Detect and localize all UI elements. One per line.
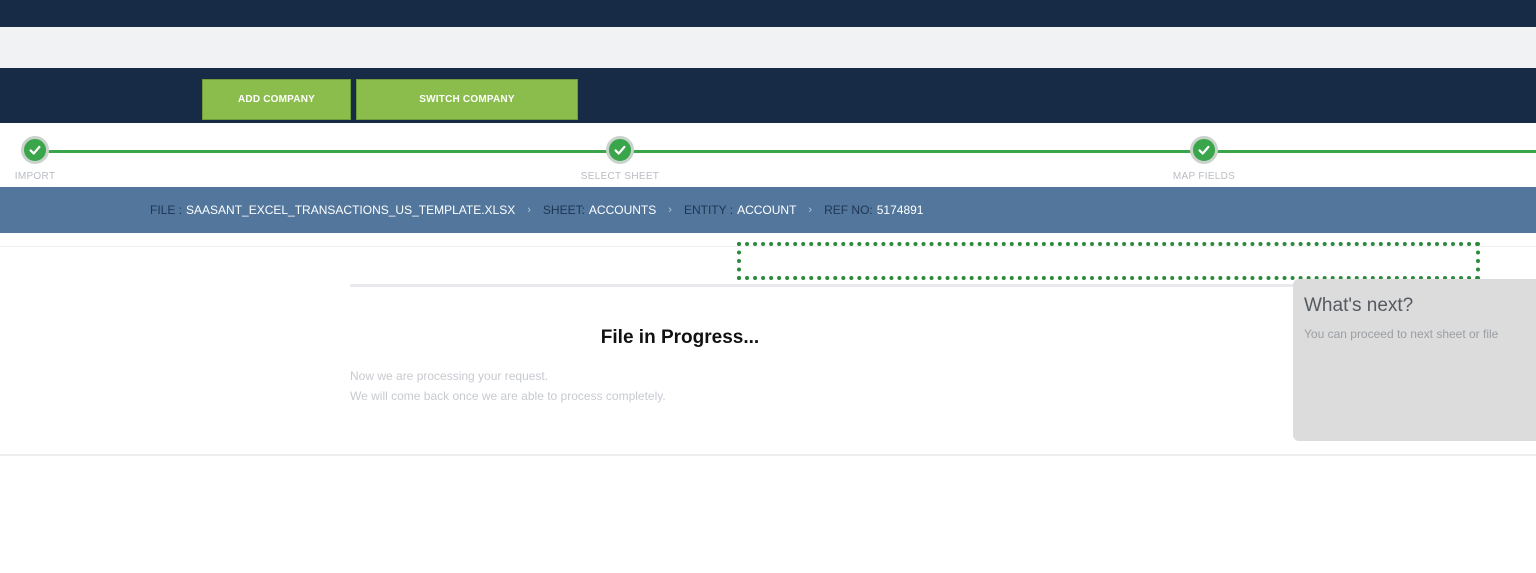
step-label: MAP FIELDS (1172, 171, 1236, 182)
breadcrumb-sheet-value: ACCOUNTS (588, 203, 657, 217)
breadcrumb-file-key: FILE : (150, 203, 183, 217)
check-icon (606, 136, 634, 164)
progress-title: File in Progress... (600, 327, 760, 348)
progress-message-line: We will come back once we are able to pr… (350, 389, 666, 403)
chevron-right-icon: › (668, 204, 672, 216)
whats-next-title: What's next? (1304, 295, 1414, 316)
chevron-right-icon: › (808, 204, 813, 216)
add-company-button[interactable]: ADD COMPANY (202, 79, 351, 120)
whats-next-panel: What's next? You can proceed to next she… (1293, 279, 1536, 441)
top-navigation-bar (0, 0, 1536, 27)
progress-track (350, 284, 1295, 287)
step-label: IMPORT (14, 171, 56, 182)
step-select-sheet[interactable]: SELECT SHEET (560, 136, 680, 182)
content-divider-bottom (0, 454, 1536, 456)
progress-message: Now we are processing your request. We w… (350, 366, 666, 406)
sub-header-strip (0, 27, 1536, 68)
highlight-region (737, 242, 1480, 280)
breadcrumb-ref-value: 5174891 (876, 203, 924, 217)
breadcrumb-sheet-key: SHEET: (542, 203, 585, 217)
breadcrumb: FILE : SAASANT_EXCEL_TRANSACTIONS_US_TEM… (0, 187, 1536, 233)
step-map-fields[interactable]: MAP FIELDS (1144, 136, 1264, 182)
breadcrumb-entity-key: ENTITY : (683, 203, 734, 217)
switch-company-button[interactable]: SWITCH COMPANY (356, 79, 578, 120)
step-label: SELECT SHEET (580, 171, 660, 182)
breadcrumb-file-value: SAASANT_EXCEL_TRANSACTIONS_US_TEMPLATE.X… (186, 203, 516, 217)
chevron-right-icon: › (527, 204, 531, 216)
progress-message-line: Now we are processing your request. (350, 369, 549, 383)
whats-next-subtitle: You can proceed to next sheet or file (1304, 327, 1499, 341)
check-icon (1190, 136, 1218, 164)
breadcrumb-entity-value: ACCOUNT (737, 203, 797, 217)
stepper-line (35, 150, 1536, 153)
progress-stepper: IMPORT SELECT SHEET MAP FIELDS (0, 123, 1536, 187)
breadcrumb-ref-key: REF NO: (824, 203, 873, 217)
check-icon (21, 136, 49, 164)
step-import[interactable]: IMPORT (0, 136, 95, 182)
